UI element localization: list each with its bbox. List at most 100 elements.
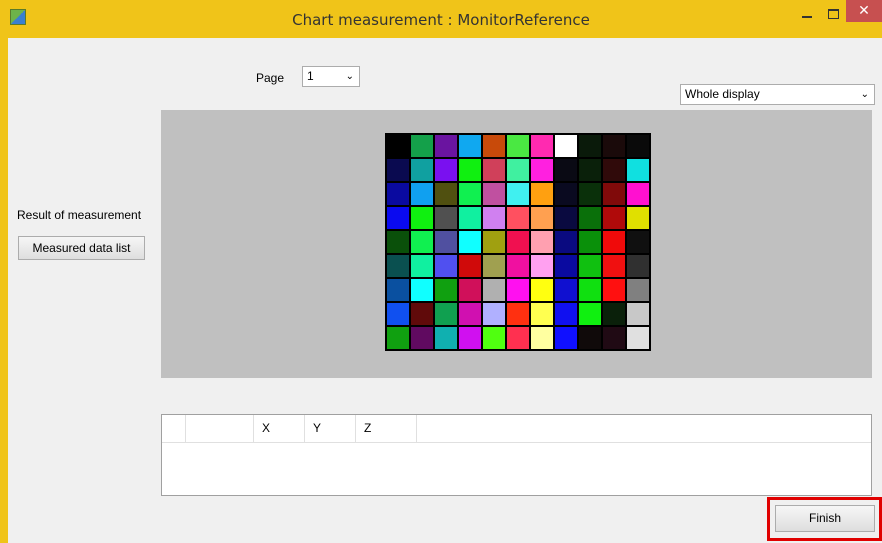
color-patch xyxy=(434,302,458,326)
color-patch xyxy=(554,206,578,230)
color-patch xyxy=(626,326,650,350)
color-patch xyxy=(554,278,578,302)
client-area: Page 1 ⌄ Whole display ⌄ Result of measu… xyxy=(8,38,882,543)
color-patch xyxy=(578,134,602,158)
color-patch xyxy=(602,326,626,350)
color-patch xyxy=(506,254,530,278)
color-patch xyxy=(554,182,578,206)
color-patch xyxy=(410,134,434,158)
color-patch xyxy=(602,254,626,278)
table-header: X Y Z xyxy=(162,415,871,443)
color-patch xyxy=(482,326,506,350)
title-bar[interactable]: Chart measurement : MonitorReference ✕ xyxy=(0,0,882,38)
color-patch xyxy=(386,278,410,302)
column-header-z: Z xyxy=(356,415,417,442)
color-patch xyxy=(458,230,482,254)
color-patch xyxy=(530,230,554,254)
page-select-value: 1 xyxy=(307,69,314,83)
app-window: Chart measurement : MonitorReference ✕ P… xyxy=(0,0,882,543)
color-patch xyxy=(458,278,482,302)
page-select[interactable]: 1 ⌄ xyxy=(302,66,360,87)
page-label: Page xyxy=(256,71,285,85)
column-header-y: Y xyxy=(305,415,356,442)
color-patch xyxy=(626,134,650,158)
color-patch xyxy=(506,134,530,158)
color-patch xyxy=(482,206,506,230)
color-patch xyxy=(530,278,554,302)
minimize-button[interactable] xyxy=(794,4,820,24)
color-patch xyxy=(626,206,650,230)
color-patch xyxy=(482,134,506,158)
color-patch xyxy=(434,230,458,254)
color-patch xyxy=(506,230,530,254)
color-patch xyxy=(386,326,410,350)
chevron-down-icon: ⌄ xyxy=(860,89,869,100)
color-patch xyxy=(434,278,458,302)
color-patch xyxy=(578,302,602,326)
color-patch xyxy=(554,326,578,350)
color-patch xyxy=(458,302,482,326)
color-patch xyxy=(410,326,434,350)
color-patch xyxy=(410,206,434,230)
color-patch xyxy=(530,254,554,278)
measured-data-list-button[interactable]: Measured data list xyxy=(18,236,145,260)
color-patch xyxy=(506,206,530,230)
display-select[interactable]: Whole display ⌄ xyxy=(680,84,875,105)
color-patch xyxy=(482,182,506,206)
color-patch xyxy=(482,158,506,182)
color-patch xyxy=(482,302,506,326)
color-patch xyxy=(386,302,410,326)
color-patch xyxy=(434,182,458,206)
color-patch xyxy=(530,206,554,230)
color-patch xyxy=(386,158,410,182)
maximize-button[interactable] xyxy=(820,4,846,24)
color-patch xyxy=(578,254,602,278)
color-patch xyxy=(482,278,506,302)
color-patch xyxy=(506,182,530,206)
column-header-index xyxy=(162,415,186,442)
color-chart xyxy=(385,133,651,351)
color-patch xyxy=(506,302,530,326)
chevron-down-icon: ⌄ xyxy=(345,71,354,82)
color-patch xyxy=(434,326,458,350)
color-patch xyxy=(578,182,602,206)
color-patch xyxy=(458,158,482,182)
color-patch xyxy=(434,206,458,230)
color-patch xyxy=(410,302,434,326)
column-header-name xyxy=(186,415,254,442)
color-patch xyxy=(458,182,482,206)
color-patch xyxy=(626,302,650,326)
color-patch xyxy=(530,158,554,182)
color-patch xyxy=(458,326,482,350)
color-patch xyxy=(434,254,458,278)
color-patch xyxy=(506,326,530,350)
color-patch xyxy=(626,230,650,254)
color-patch xyxy=(530,326,554,350)
color-patch xyxy=(554,134,578,158)
color-patch xyxy=(602,230,626,254)
color-patch xyxy=(482,230,506,254)
color-patch xyxy=(578,158,602,182)
finish-button[interactable]: Finish xyxy=(775,505,875,532)
color-patch xyxy=(602,302,626,326)
color-patch xyxy=(482,254,506,278)
color-patch xyxy=(602,206,626,230)
close-icon: ✕ xyxy=(858,3,870,19)
color-patch xyxy=(578,206,602,230)
color-patch xyxy=(602,158,626,182)
color-patch xyxy=(386,254,410,278)
color-patch xyxy=(554,254,578,278)
color-patch xyxy=(530,134,554,158)
color-patch xyxy=(602,182,626,206)
color-patch xyxy=(554,302,578,326)
close-button[interactable]: ✕ xyxy=(846,0,882,22)
color-patch xyxy=(410,182,434,206)
color-patch xyxy=(554,230,578,254)
color-patch xyxy=(458,134,482,158)
result-label: Result of measurement xyxy=(17,208,142,222)
measurement-table[interactable]: X Y Z xyxy=(161,414,872,496)
color-patch xyxy=(578,278,602,302)
color-patch xyxy=(530,182,554,206)
color-patch xyxy=(626,158,650,182)
color-patch xyxy=(386,182,410,206)
